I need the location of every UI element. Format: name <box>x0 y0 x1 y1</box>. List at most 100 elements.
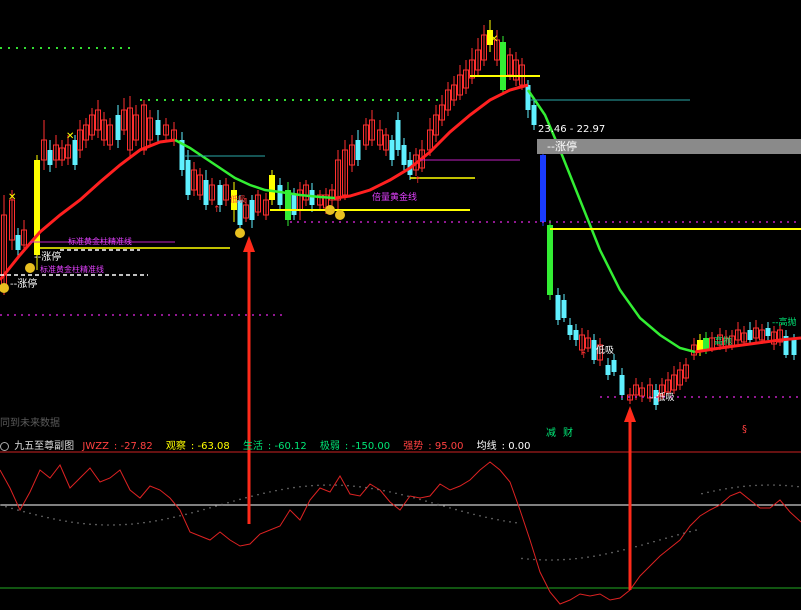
annotation-label: --涨停 <box>34 250 61 263</box>
sub-dotted-point <box>425 500 427 502</box>
sub-dotted-point <box>167 517 169 520</box>
sub-dotted-point <box>287 487 289 490</box>
sub-dotted-point <box>725 487 727 490</box>
annotation-label: 高抛 <box>714 335 732 347</box>
sub-dotted-point <box>389 491 391 493</box>
annotation-label: 低吸 <box>596 344 614 356</box>
sub-dotted-point <box>263 492 265 495</box>
candle-body <box>291 195 297 215</box>
candle-body <box>531 105 537 125</box>
sub-chart-header: 九五至尊副图 JWZZ: -27.82 观察: -63.08 生活: -60.1… <box>0 437 541 452</box>
sub-dotted-point <box>353 485 355 487</box>
sub-dotted-point <box>545 559 547 561</box>
small-arrow-icon: ↑ <box>414 176 422 186</box>
sub-dotted-point <box>605 553 607 555</box>
red-arrow-head <box>243 236 255 252</box>
price-tooltip: --涨停 <box>537 139 801 154</box>
annotation-label: --高抛 <box>772 316 797 328</box>
sub-dotted-point <box>137 522 139 525</box>
sub-dotted-point <box>41 515 43 518</box>
sub-dotted-point <box>575 557 577 560</box>
sub-dotted-point <box>65 520 67 522</box>
sub-dotted-point <box>587 556 589 558</box>
sub-dotted-point <box>383 489 385 492</box>
future-data-note: 同到未来数据 <box>0 418 60 429</box>
sub-dotted-point <box>791 485 793 487</box>
sub-dotted-point <box>497 518 499 521</box>
candle-body <box>567 325 573 335</box>
sub-dotted-point <box>305 485 307 487</box>
sub-dotted-point <box>617 550 619 553</box>
sub-dotted-point <box>479 515 481 517</box>
small-arrow-icon: ↑ <box>213 205 221 215</box>
annotation-label: 标准黄金柱精准线 <box>68 236 132 246</box>
indicator-jwzz: JWZZ: -27.82 <box>82 441 153 452</box>
sub-indicator-line <box>0 461 801 605</box>
annotation-label: 倍量黄金线 <box>372 191 417 203</box>
candle-body <box>269 175 275 200</box>
candle-body <box>573 330 579 340</box>
sub-dotted-point <box>773 484 775 486</box>
ma-red-line <box>0 138 176 281</box>
candle-body <box>500 42 506 90</box>
circle-icon[interactable] <box>0 441 9 451</box>
sub-dotted-point <box>59 519 61 521</box>
candle-body <box>203 180 209 205</box>
sub-dotted-point <box>239 498 241 501</box>
sub-dotted-point <box>635 545 637 548</box>
sub-dotted-point <box>443 505 445 507</box>
sub-dotted-point <box>503 520 505 522</box>
sub-dotted-point <box>401 493 403 496</box>
sub-dotted-point <box>665 537 667 540</box>
sub-dotted-point <box>419 498 421 501</box>
sub-dotted-point <box>731 487 733 489</box>
sub-dotted-point <box>209 507 211 509</box>
sub-dotted-point <box>521 557 523 560</box>
tooltip-text: --涨停 <box>547 140 577 153</box>
sub-dotted-point <box>581 557 583 559</box>
sub-dotted-point <box>461 510 463 513</box>
sub-dotted-point <box>365 486 367 489</box>
sub-dotted-point <box>95 523 97 526</box>
sub-dotted-point <box>449 507 451 509</box>
sub-dotted-point <box>119 523 121 526</box>
candle-body <box>47 150 53 165</box>
sub-dotted-point <box>77 522 79 524</box>
candle-body <box>277 185 283 205</box>
sub-dotted-point <box>755 484 757 487</box>
candle-body <box>34 160 40 255</box>
sub-dotted-point <box>227 501 229 504</box>
sub-dotted-point <box>131 523 133 525</box>
marker-s: § <box>742 424 747 435</box>
sub-dotted-point <box>539 559 541 561</box>
sub-dotted-point <box>143 521 145 524</box>
sub-dotted-point <box>101 524 103 526</box>
sub-dotted-point <box>113 524 115 526</box>
candle-body <box>747 330 753 340</box>
smiley-icon <box>0 283 9 293</box>
sub-dotted-point <box>431 501 433 504</box>
sub-dotted-point <box>83 522 85 525</box>
sub-dotted-point <box>671 535 673 538</box>
candle-body <box>703 338 709 350</box>
indicator-observe: 观察: -63.08 <box>165 441 230 452</box>
sub-dotted-point <box>569 558 571 560</box>
annotation-label: 标准黄金柱精准线 <box>40 264 104 274</box>
sub-dotted-point <box>509 521 511 523</box>
sub-dotted-point <box>311 484 313 487</box>
main-chart[interactable]: 标准黄金柱精准线标准黄金柱精准线--涨停--涨停倍量黄金线低吸--低吸高抛--高… <box>0 0 801 610</box>
candle-body <box>217 185 223 205</box>
sub-dotted-point <box>317 484 319 487</box>
sub-dotted-point <box>623 548 625 551</box>
sub-dotted-point <box>335 484 337 486</box>
sub-dotted-point <box>377 488 379 491</box>
sub-dotted-point <box>245 496 247 499</box>
sub-dotted-point <box>551 559 553 561</box>
star-icon: ✕ <box>66 131 74 142</box>
candle-body <box>540 155 546 222</box>
sub-dotted-point <box>743 485 745 488</box>
candle-body <box>561 300 567 318</box>
sub-dotted-point <box>173 516 175 518</box>
candle-body <box>605 365 611 375</box>
sub-dotted-point <box>149 521 151 523</box>
